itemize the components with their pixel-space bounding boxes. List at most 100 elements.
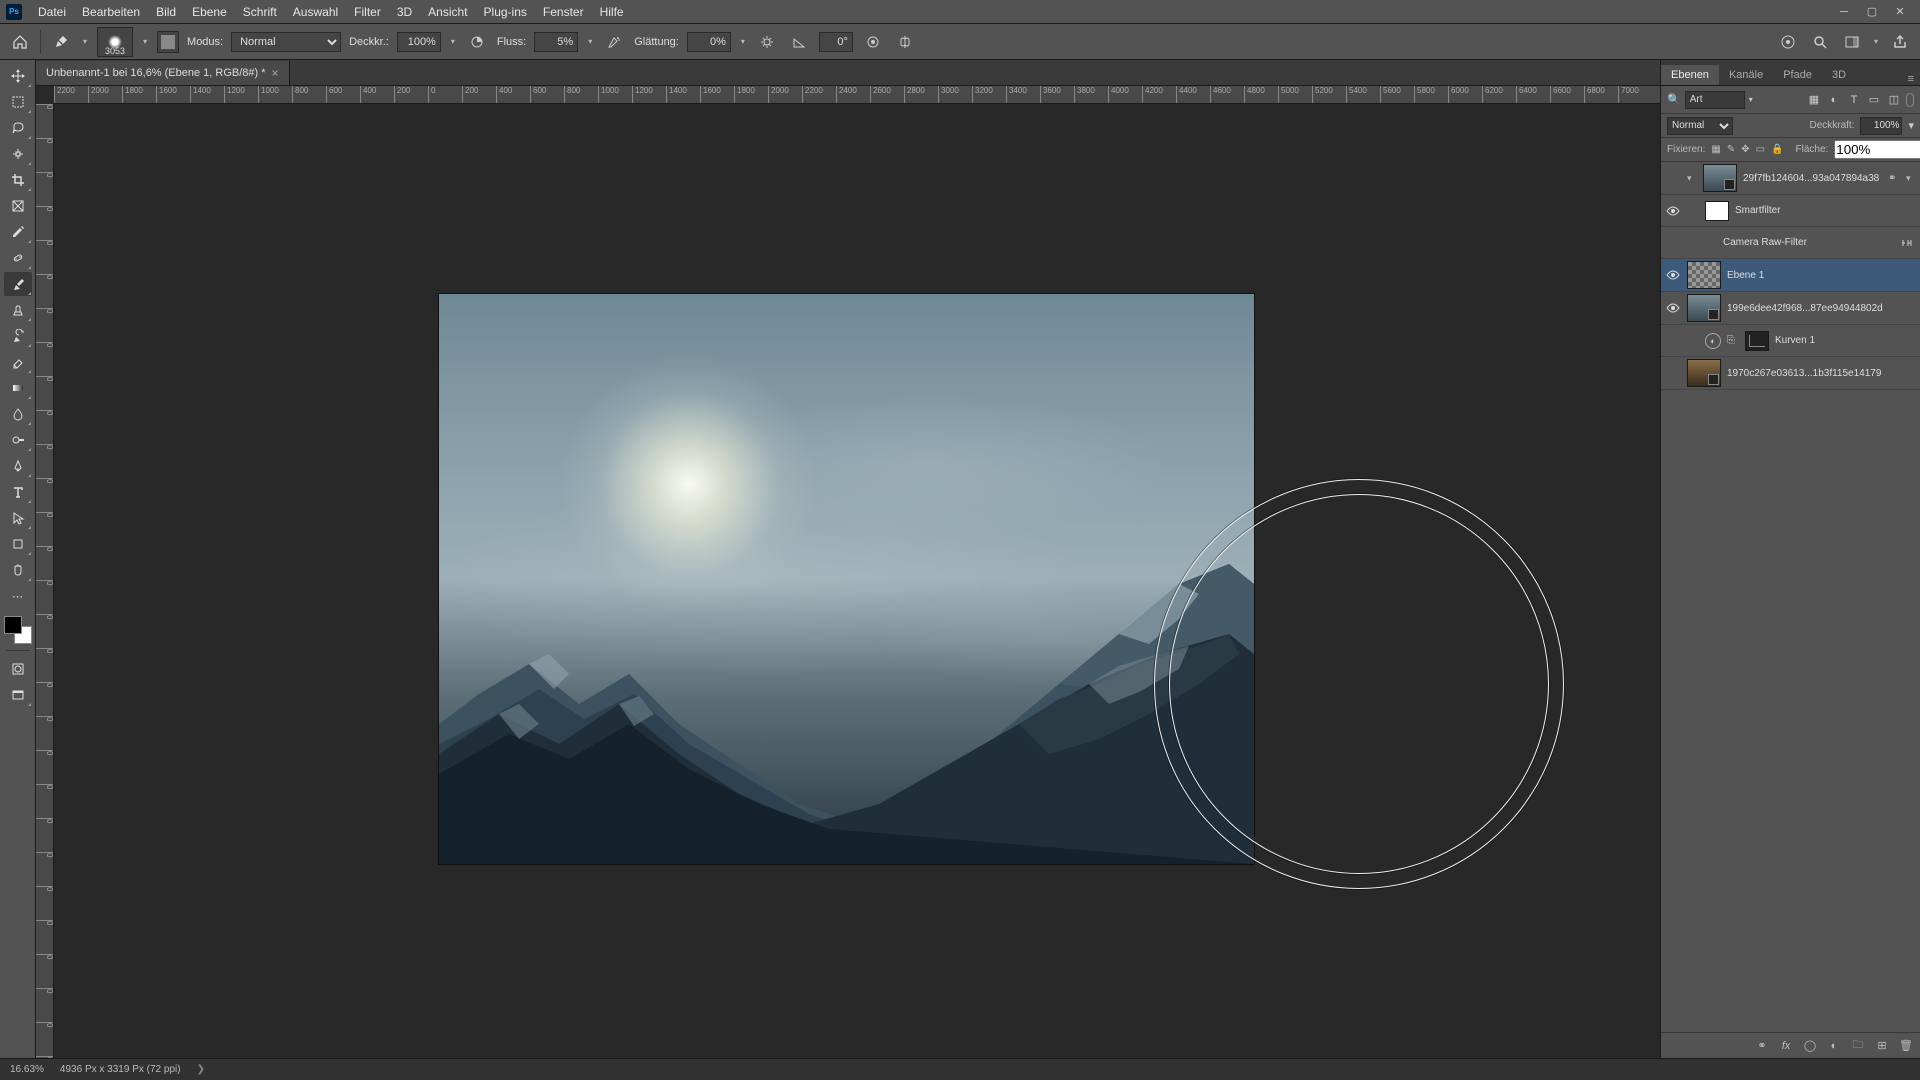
lock-all-icon[interactable]: 🔒 xyxy=(1771,143,1783,157)
visibility-toggle[interactable] xyxy=(1665,203,1681,219)
history-brush-tool[interactable] xyxy=(4,324,32,348)
filter-pixel-icon[interactable]: ▦ xyxy=(1806,92,1822,108)
blend-mode-select[interactable]: Normal xyxy=(231,32,341,52)
adjustment-layer-icon[interactable]: ◐ xyxy=(1826,1038,1842,1054)
healing-brush-tool[interactable] xyxy=(4,246,32,270)
color-swatches[interactable] xyxy=(4,616,32,644)
layer-name[interactable]: Kurven 1 xyxy=(1775,335,1916,346)
delete-layer-icon[interactable]: 🗑 xyxy=(1898,1038,1914,1054)
type-tool[interactable] xyxy=(4,480,32,504)
lock-position-icon[interactable]: ✥ xyxy=(1741,143,1749,157)
tab-3d[interactable]: 3D xyxy=(1822,65,1856,85)
layer-row[interactable]: ▾29f7fb124604...93a047894a38⚭▾ xyxy=(1661,162,1920,195)
lock-transparency-icon[interactable]: ▦ xyxy=(1711,143,1720,157)
filter-settings-icon[interactable] xyxy=(1900,237,1916,249)
flow-chevron-icon[interactable]: ▾ xyxy=(586,37,594,46)
zoom-level[interactable]: 16.63% xyxy=(10,1064,44,1075)
pen-tool[interactable] xyxy=(4,454,32,478)
eyedropper-tool[interactable] xyxy=(4,220,32,244)
screen-mode-toggle[interactable] xyxy=(4,683,32,707)
menu-file[interactable]: Datei xyxy=(30,0,74,24)
menu-help[interactable]: Hilfe xyxy=(592,0,632,24)
home-button[interactable] xyxy=(8,30,32,54)
lock-artboard-icon[interactable]: ▭ xyxy=(1756,143,1765,157)
minimize-button[interactable]: ─ xyxy=(1830,0,1858,24)
layer-row[interactable]: Ebene 1 xyxy=(1661,259,1920,292)
link-mask-icon[interactable]: ⎘ xyxy=(1727,335,1739,346)
tool-preset-chevron-icon[interactable]: ▾ xyxy=(81,37,89,46)
selection-tool[interactable] xyxy=(4,142,32,166)
expand-toggle[interactable]: ▾ xyxy=(1687,173,1697,184)
panel-menu-icon[interactable]: ≡ xyxy=(1902,73,1920,85)
current-tool-icon[interactable] xyxy=(49,30,73,54)
filter-adjustment-icon[interactable]: ◐ xyxy=(1826,92,1842,108)
opacity-input[interactable] xyxy=(397,32,441,52)
hand-tool[interactable] xyxy=(4,558,32,582)
brush-preset-picker[interactable]: 3053 xyxy=(97,27,133,57)
layer-name[interactable]: 29f7fb124604...93a047894a38 xyxy=(1743,173,1882,184)
filter-chevron-icon[interactable]: ▾ xyxy=(1749,95,1753,104)
shape-tool[interactable] xyxy=(4,532,32,556)
layer-thumbnail[interactable] xyxy=(1687,294,1721,322)
visibility-toggle[interactable] xyxy=(1665,170,1681,186)
filter-shape-icon[interactable]: ▭ xyxy=(1866,92,1882,108)
smoothing-chevron-icon[interactable]: ▾ xyxy=(739,37,747,46)
dodge-tool[interactable] xyxy=(4,428,32,452)
layer-row[interactable]: 1970c267e03613...1b3f115e14179 xyxy=(1661,357,1920,390)
vertical-ruler[interactable]: 000000000000000000000000000000 xyxy=(36,104,54,1058)
workspace-icon[interactable] xyxy=(1840,30,1864,54)
layer-style-icon[interactable]: fx xyxy=(1778,1038,1794,1054)
pressure-size-icon[interactable] xyxy=(861,30,885,54)
layer-row[interactable]: Camera Raw-Filter xyxy=(1661,227,1920,259)
layer-row[interactable]: ◐⎘Kurven 1 xyxy=(1661,325,1920,357)
layer-opacity-chevron-icon[interactable]: ▾ xyxy=(1908,119,1914,132)
menu-filter[interactable]: Filter xyxy=(346,0,389,24)
move-tool[interactable] xyxy=(4,64,32,88)
close-tab-icon[interactable]: × xyxy=(272,66,279,80)
marquee-tool[interactable] xyxy=(4,90,32,114)
opacity-chevron-icon[interactable]: ▾ xyxy=(449,37,457,46)
filter-expand-icon[interactable]: ▾ xyxy=(1906,173,1916,184)
layer-blend-mode[interactable]: Normal xyxy=(1667,117,1733,135)
new-layer-icon[interactable]: ⊞ xyxy=(1874,1038,1890,1054)
tab-paths[interactable]: Pfade xyxy=(1773,65,1822,85)
search-icon[interactable] xyxy=(1808,30,1832,54)
brush-tool[interactable] xyxy=(4,272,32,296)
horizontal-ruler[interactable]: 2200200018001600140012001000800600400200… xyxy=(54,86,1660,104)
visibility-toggle[interactable] xyxy=(1665,365,1681,381)
layer-mask-thumbnail[interactable] xyxy=(1745,331,1769,351)
path-selection-tool[interactable] xyxy=(4,506,32,530)
maximize-button[interactable]: ▢ xyxy=(1858,0,1886,24)
document-tab[interactable]: Unbenannt-1 bei 16,6% (Ebene 1, RGB/8#) … xyxy=(36,61,290,85)
menu-3d[interactable]: 3D xyxy=(389,0,420,24)
share-icon[interactable] xyxy=(1888,30,1912,54)
lock-pixels-icon[interactable]: ✎ xyxy=(1727,143,1735,157)
workspace-chevron-icon[interactable]: ▾ xyxy=(1872,37,1880,46)
menu-window[interactable]: Fenster xyxy=(535,0,592,24)
visibility-toggle[interactable] xyxy=(1665,300,1681,316)
layer-row[interactable]: 199e6dee42f968...87ee94944802d xyxy=(1661,292,1920,325)
smoothing-input[interactable] xyxy=(687,32,731,52)
layer-name[interactable]: Ebene 1 xyxy=(1727,270,1916,281)
angle-input[interactable] xyxy=(819,32,853,52)
link-layers-icon[interactable]: ⚭ xyxy=(1754,1038,1770,1054)
airbrush-icon[interactable] xyxy=(602,30,626,54)
layer-mask-icon[interactable]: ◯ xyxy=(1802,1038,1818,1054)
layer-filter-input[interactable] xyxy=(1685,91,1745,109)
edit-toolbar-button[interactable]: ⋯ xyxy=(4,584,32,608)
status-chevron-icon[interactable]: ❯ xyxy=(197,1064,205,1075)
layer-name[interactable]: Camera Raw-Filter xyxy=(1723,237,1894,248)
close-window-button[interactable]: ✕ xyxy=(1886,0,1914,24)
layer-thumbnail[interactable] xyxy=(1687,261,1721,289)
foreground-color[interactable] xyxy=(4,616,22,634)
menu-edit[interactable]: Bearbeiten xyxy=(74,0,148,24)
clone-stamp-tool[interactable] xyxy=(4,298,32,322)
menu-plugins[interactable]: Plug-ins xyxy=(476,0,535,24)
filter-type-icon[interactable]: T xyxy=(1846,92,1862,108)
brush-settings-toggle[interactable] xyxy=(157,31,179,53)
filter-toggle[interactable] xyxy=(1906,93,1914,107)
layer-thumbnail[interactable] xyxy=(1687,359,1721,387)
blur-tool[interactable] xyxy=(4,402,32,426)
lasso-tool[interactable] xyxy=(4,116,32,140)
tab-channels[interactable]: Kanäle xyxy=(1719,65,1773,85)
